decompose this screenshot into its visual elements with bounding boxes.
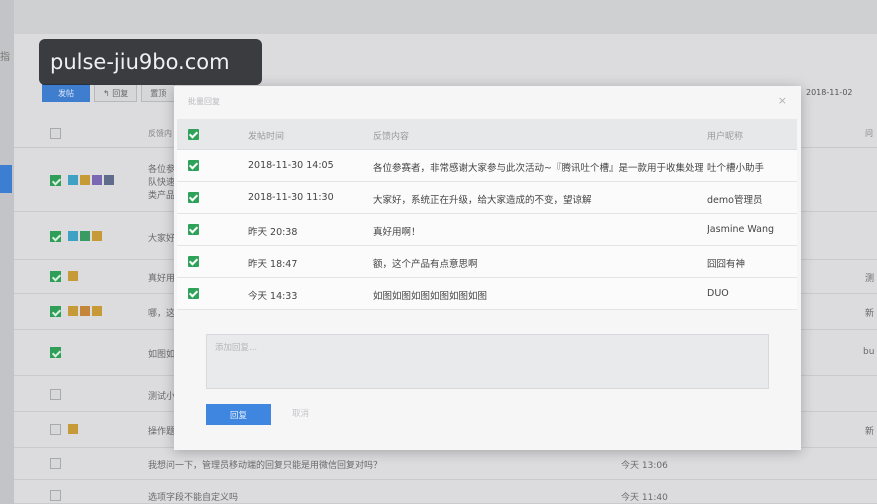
- tag-icon: [104, 175, 114, 185]
- date-filter[interactable]: 2018-11-02: [806, 88, 853, 97]
- row-checkbox[interactable]: [50, 175, 61, 186]
- row-time: 今天 14:33: [248, 291, 298, 302]
- row-user: 囧囧有神: [707, 259, 746, 270]
- row-time: 今天 11:40: [621, 493, 668, 503]
- row-right-label: bu: [863, 347, 875, 357]
- row-text: 大家好: [148, 234, 176, 244]
- close-icon[interactable]: ×: [778, 94, 787, 107]
- row-time: 昨天 18:47: [248, 259, 298, 270]
- toolbar: 发帖 ↰ 回复 置顶: [42, 84, 176, 102]
- batch-reply-dialog: 批量回复 × 发帖时间 反馈内容 用户昵称 2018-11-30 14:05 各…: [174, 86, 801, 450]
- row-time: 2018-11-30 14:05: [248, 160, 334, 171]
- tag-icon: [92, 306, 102, 316]
- tag-icon: [68, 306, 78, 316]
- row-right-label: 测: [865, 274, 875, 284]
- row-checkbox[interactable]: [50, 424, 61, 435]
- row-user: 吐个槽小助手: [707, 163, 765, 174]
- table-row[interactable]: [14, 448, 877, 480]
- row-checkbox[interactable]: [188, 192, 199, 203]
- tag-icon: [92, 175, 102, 185]
- tag-icon: [80, 231, 90, 241]
- row-text: 哪，这: [148, 309, 176, 319]
- cancel-button[interactable]: 取消: [292, 404, 309, 425]
- row-time: 昨天 20:38: [248, 227, 298, 238]
- publish-button[interactable]: 发帖: [42, 84, 90, 102]
- row-checkbox[interactable]: [188, 224, 199, 235]
- sidebar-active-item[interactable]: [0, 165, 12, 193]
- row-text: 选项字段不能自定义吗: [148, 493, 239, 503]
- select-all-checkbox[interactable]: [188, 129, 199, 140]
- row-checkbox[interactable]: [188, 256, 199, 267]
- sidebar-label: 指: [0, 52, 10, 63]
- col-right: 问: [865, 129, 873, 138]
- select-all-checkbox[interactable]: [50, 128, 61, 139]
- table-header: 发帖时间 反馈内容 用户昵称: [177, 119, 797, 150]
- tag-icon: [92, 231, 102, 241]
- row-user: DUO: [707, 288, 729, 299]
- row-text: 真好用: [148, 274, 176, 284]
- table-row[interactable]: 昨天 18:47 额，这个产品有点意思啊 囧囧有神: [177, 246, 797, 278]
- row-checkbox[interactable]: [50, 271, 61, 282]
- col-feedback-content: 反馈内容: [373, 132, 410, 142]
- table-row[interactable]: 2018-11-30 11:30 大家好，系统正在升级，给大家造成的不变，望谅解…: [177, 182, 797, 214]
- row-content: 真好用啊！: [373, 227, 421, 238]
- row-text: 队快速: [148, 178, 176, 188]
- row-checkbox[interactable]: [50, 306, 61, 317]
- row-checkbox[interactable]: [188, 288, 199, 299]
- row-text: 测试小: [148, 392, 176, 402]
- watermark: pulse-jiu9bo.com: [39, 39, 262, 85]
- selected-feedback-table: 发帖时间 反馈内容 用户昵称 2018-11-30 14:05 各位参赛者，非常…: [177, 119, 797, 310]
- table-row[interactable]: 2018-11-30 14:05 各位参赛者，非常感谢大家参与此次活动~『腾讯吐…: [177, 150, 797, 182]
- row-text: 各位参: [148, 165, 176, 175]
- tag-icon: [68, 231, 78, 241]
- col-user-nickname: 用户昵称: [707, 132, 744, 142]
- table-row[interactable]: 今天 14:33 如图如图如图如图如图如图 DUO: [177, 278, 797, 310]
- table-row[interactable]: 昨天 20:38 真好用啊！ Jasmine Wang: [177, 214, 797, 246]
- row-checkbox[interactable]: [50, 458, 61, 469]
- row-text: 如图如: [148, 350, 176, 360]
- dialog-title: 批量回复: [188, 97, 220, 106]
- row-user: demo管理员: [707, 195, 763, 206]
- row-text: 操作题: [148, 427, 176, 437]
- col-feedback: 反馈内: [148, 129, 172, 138]
- row-content: 如图如图如图如图如图如图: [373, 291, 488, 302]
- row-text: 类产品: [148, 191, 176, 201]
- row-user: Jasmine Wang: [707, 224, 775, 235]
- row-content: 额，这个产品有点意思啊: [373, 259, 478, 270]
- table-row[interactable]: [14, 480, 877, 504]
- row-checkbox[interactable]: [188, 160, 199, 171]
- col-post-time: 发帖时间: [248, 132, 285, 142]
- tag-icon: [68, 271, 78, 281]
- tag-icon: [68, 175, 78, 185]
- sidebar: 指: [0, 0, 14, 504]
- row-checkbox[interactable]: [50, 231, 61, 242]
- row-checkbox[interactable]: [50, 389, 61, 400]
- reply-toolbar-label: 回复: [112, 89, 129, 98]
- reply-toolbar-button[interactable]: ↰ 回复: [94, 84, 138, 102]
- row-right-label: 新: [865, 309, 875, 319]
- reply-input[interactable]: [206, 334, 769, 389]
- reply-button[interactable]: 回复: [206, 404, 271, 425]
- row-right-label: 新: [865, 427, 875, 437]
- tag-icon: [80, 306, 90, 316]
- tag-icon: [80, 175, 90, 185]
- row-checkbox[interactable]: [50, 490, 61, 501]
- tag-icon: [68, 424, 78, 434]
- row-checkbox[interactable]: [50, 347, 61, 358]
- reply-arrow-icon: ↰: [103, 89, 113, 98]
- row-time: 今天 13:06: [621, 461, 668, 471]
- row-content: 各位参赛者，非常感谢大家参与此次活动~『腾讯吐个槽』是一款用于收集处理...: [373, 163, 703, 174]
- row-text: 我想问一下，管理员移动端的回复只能是用微信回复对吗？: [148, 461, 383, 471]
- row-content: 大家好，系统正在升级，给大家造成的不变，望谅解: [373, 195, 592, 206]
- pin-button[interactable]: 置顶: [141, 84, 176, 102]
- row-time: 2018-11-30 11:30: [248, 192, 334, 203]
